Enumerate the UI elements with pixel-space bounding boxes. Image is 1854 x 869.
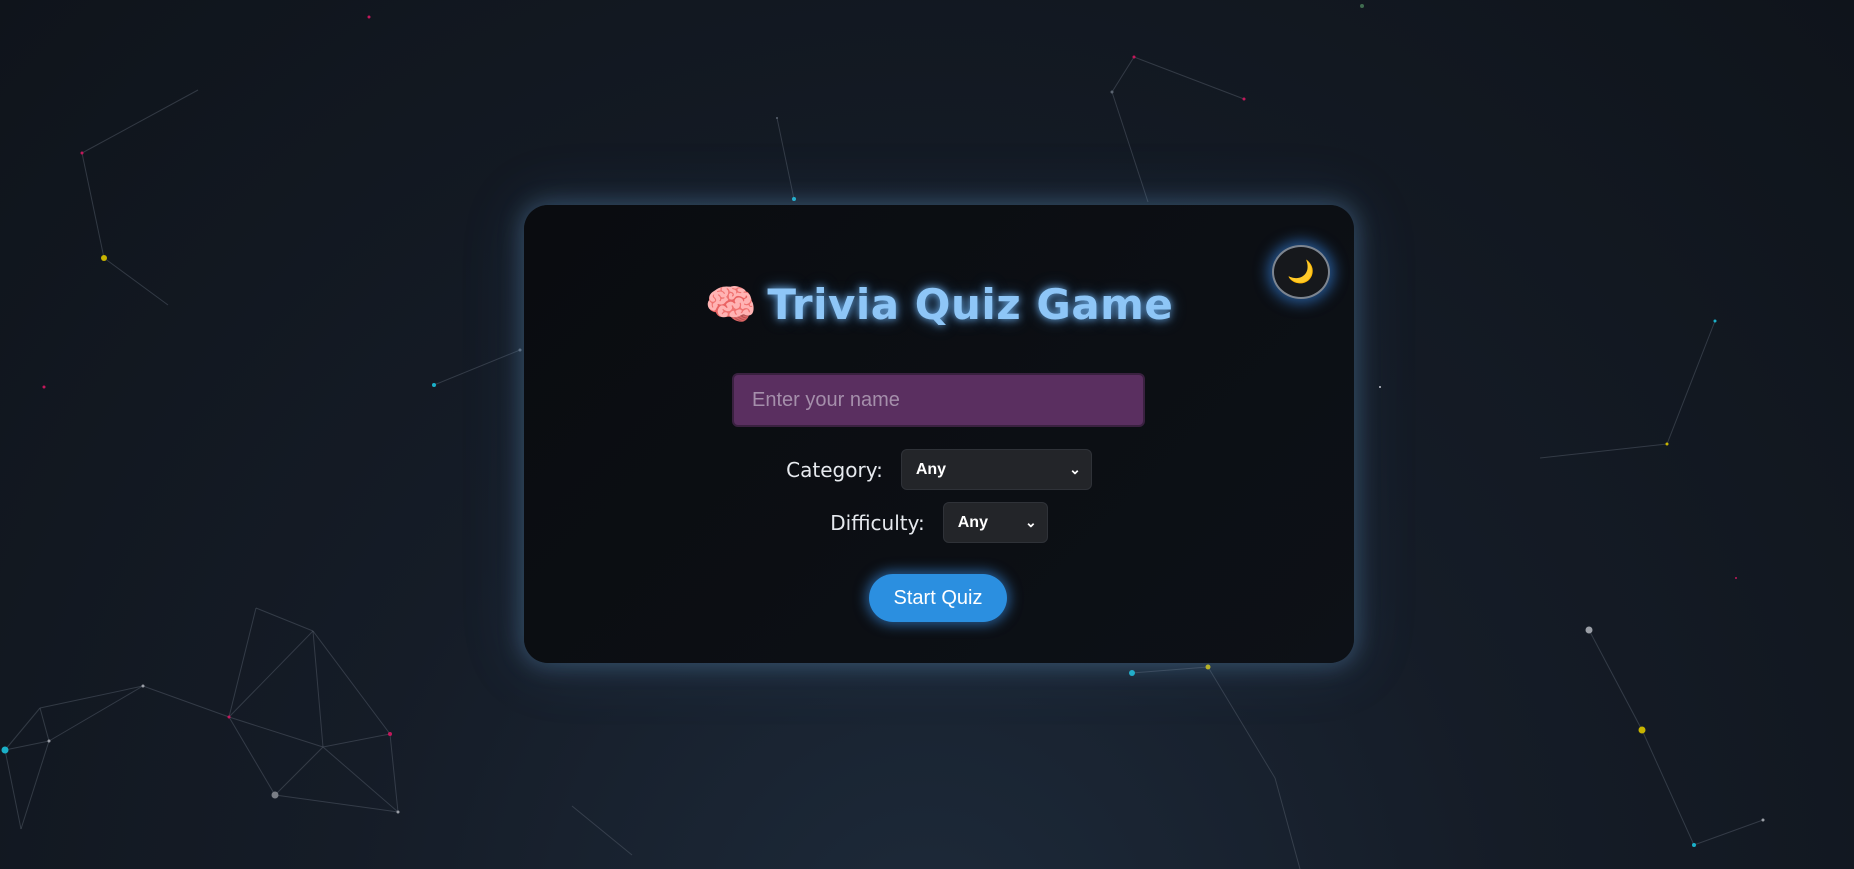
category-select[interactable]: Any ⌄: [900, 449, 1092, 490]
category-selected-value: Any: [915, 460, 947, 478]
difficulty-label: Difficulty:: [830, 510, 925, 535]
chevron-down-icon: ⌄: [1025, 514, 1037, 530]
page-title-text: Trivia Quiz Game: [767, 280, 1174, 329]
category-row: Category: Any ⌄: [524, 449, 1354, 490]
difficulty-select[interactable]: Any ⌄: [942, 502, 1048, 543]
name-input[interactable]: [732, 373, 1145, 427]
category-label: Category:: [786, 457, 883, 482]
quiz-setup-card: 🌙 🧠Trivia Quiz Game Category: Any ⌄ Diff…: [524, 205, 1354, 663]
start-quiz-button[interactable]: Start Quiz: [869, 574, 1007, 622]
brain-icon: 🧠: [704, 280, 758, 329]
page-title: 🧠 Trivia Quiz Game: [524, 280, 1354, 330]
chevron-down-icon: ⌄: [1069, 461, 1081, 477]
difficulty-selected-value: Any: [957, 513, 988, 531]
difficulty-row: Difficulty: Any ⌄: [524, 502, 1354, 543]
